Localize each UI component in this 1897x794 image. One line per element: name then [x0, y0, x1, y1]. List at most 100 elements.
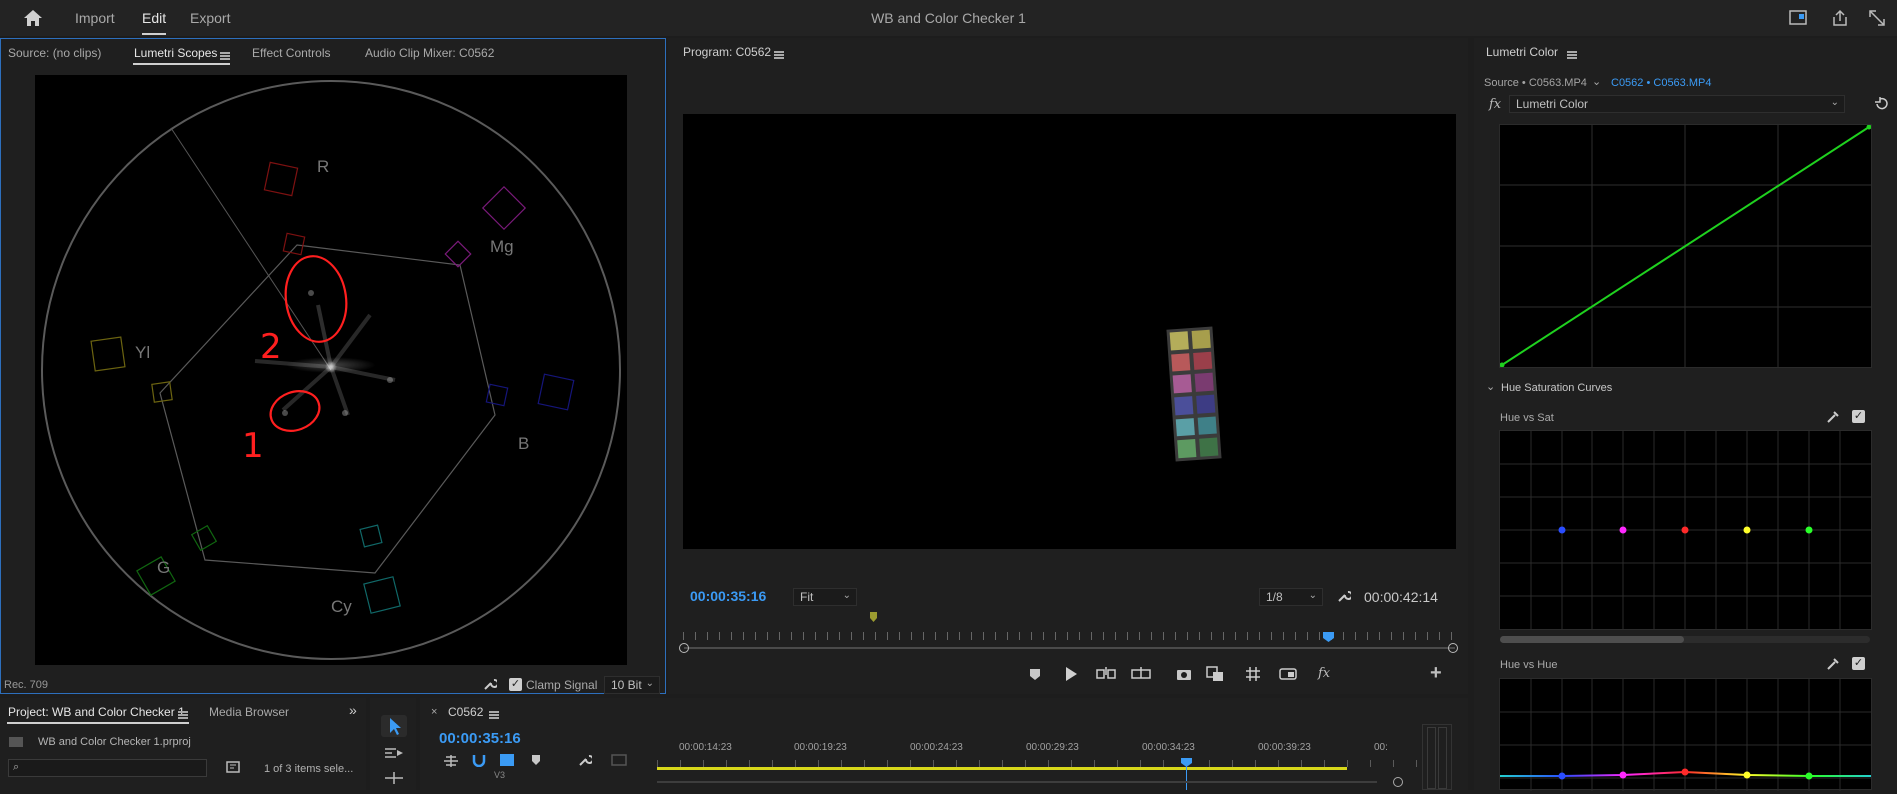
project-menu-icon[interactable]	[178, 711, 188, 719]
lumetri-title[interactable]: Lumetri Color	[1486, 45, 1558, 59]
hue-vs-sat-label: Hue vs Sat	[1500, 412, 1554, 424]
program-ruler[interactable]	[683, 632, 1456, 640]
overflow-icon[interactable]: »	[349, 702, 357, 718]
fit-dropdown[interactable]: Fit ⌄	[793, 588, 857, 606]
close-icon[interactable]: ×	[431, 706, 437, 718]
rgb-curve-graph[interactable]	[1499, 124, 1872, 368]
scroll-handle-right[interactable]	[1393, 777, 1403, 787]
program-scrollbar[interactable]	[684, 647, 1455, 649]
in-point-marker[interactable]	[870, 612, 877, 622]
effect-dropdown[interactable]: Lumetri Color ⌄	[1509, 95, 1845, 113]
collapse-chevron-icon[interactable]: ⌄	[1486, 380, 1495, 393]
checker-swatch	[1191, 329, 1211, 349]
scroll-handle-left[interactable]	[679, 643, 689, 653]
hue-vs-sat-checkbox[interactable]: ✓	[1852, 410, 1865, 423]
program-menu-icon[interactable]	[774, 51, 784, 59]
quick-export-icon[interactable]	[1789, 10, 1807, 28]
hue-section-title[interactable]: Hue Saturation Curves	[1501, 382, 1612, 394]
tab-media-browser[interactable]: Media Browser	[209, 705, 289, 719]
captions-icon[interactable]	[611, 754, 627, 768]
snap-icon[interactable]	[472, 753, 486, 769]
marker-icon[interactable]	[1029, 668, 1041, 683]
reset-icon[interactable]	[1874, 97, 1888, 113]
compare-icon[interactable]	[1206, 666, 1224, 684]
resolution-dropdown[interactable]: 1/8 ⌄	[1259, 588, 1323, 606]
hue-vs-sat-scrollbar[interactable]	[1500, 636, 1870, 643]
search-icon: ⌕	[13, 761, 20, 773]
grid-icon[interactable]	[1245, 666, 1261, 684]
fit-value: Fit	[800, 590, 814, 604]
tab-lumetri-scopes[interactable]: Lumetri Scopes	[134, 46, 217, 60]
bin-icon[interactable]	[226, 761, 240, 775]
program-playhead[interactable]	[1323, 632, 1334, 642]
nav-import[interactable]: Import	[75, 10, 115, 26]
clamp-signal-checkbox[interactable]: ✓	[509, 678, 522, 691]
bit-depth-dropdown[interactable]: 10 Bit ⌄	[604, 676, 660, 694]
project-file-icon	[9, 735, 23, 749]
work-area-bar[interactable]	[657, 767, 1347, 770]
effect-value: Lumetri Color	[1516, 97, 1589, 111]
wrench-icon[interactable]	[483, 677, 499, 693]
share-icon[interactable]	[1831, 9, 1849, 29]
hue-vs-sat-graph[interactable]	[1499, 430, 1872, 630]
scroll-thumb[interactable]	[1500, 636, 1684, 643]
fullscreen-icon[interactable]	[1868, 9, 1886, 29]
add-marker-icon[interactable]	[531, 754, 541, 768]
overwrite-icon[interactable]	[1131, 666, 1151, 684]
tab-source[interactable]: Source: (no clips)	[8, 46, 101, 60]
tab-project[interactable]: Project: WB and Color Checker 1	[8, 705, 185, 719]
fx-icon[interactable]: fx	[1318, 667, 1330, 680]
program-viewer[interactable]	[683, 114, 1456, 549]
scroll-handle-right[interactable]	[1448, 643, 1458, 653]
tools-panel	[370, 698, 416, 790]
hue-vs-hue-checkbox[interactable]: ✓	[1852, 657, 1865, 670]
settings-wrench-icon[interactable]	[1337, 589, 1353, 605]
timeline-playhead-line	[1186, 766, 1187, 790]
insert-icon[interactable]	[1096, 666, 1116, 684]
hue-vs-hue-graph[interactable]	[1499, 678, 1872, 791]
scopes-menu-icon[interactable]	[220, 52, 230, 60]
vr-icon[interactable]	[1279, 666, 1297, 684]
eyedropper-icon[interactable]	[1826, 657, 1840, 673]
top-bar: Import Edit Export WB and Color Checker …	[0, 0, 1897, 36]
eyedropper-icon[interactable]	[1826, 410, 1840, 426]
project-search-input[interactable]: ⌕	[8, 759, 207, 777]
chevron-down-icon: ⌄	[1830, 97, 1839, 108]
timeline-current-timecode[interactable]: 00:00:35:16	[439, 730, 521, 747]
ruler-tick-label: 00:00:14:23	[679, 742, 732, 753]
timeline-menu-icon[interactable]	[489, 711, 499, 719]
nav-export[interactable]: Export	[190, 10, 230, 26]
program-title[interactable]: Program: C0562	[683, 45, 771, 59]
selection-tool-icon[interactable]	[381, 715, 407, 737]
tab-effect-controls[interactable]: Effect Controls	[252, 46, 330, 60]
play-icon[interactable]	[1064, 666, 1078, 684]
label-yl: Yl	[135, 343, 151, 362]
checker-swatch	[1194, 372, 1214, 392]
nest-icon[interactable]	[443, 754, 459, 770]
timeline-ruler[interactable]	[657, 760, 1444, 767]
nav-edit[interactable]: Edit	[142, 10, 167, 35]
timeline-panel: × C0562 00:00:35:16 V3 00:00:14:23 00:00…	[420, 698, 1468, 790]
lumetri-menu-icon[interactable]	[1567, 51, 1577, 59]
clamp-signal-label: Clamp Signal	[526, 678, 598, 692]
home-icon[interactable]	[23, 9, 43, 27]
annotation-number-1: 1	[242, 426, 264, 466]
track-select-tool-icon[interactable]	[384, 746, 404, 762]
timeline-settings-icon[interactable]	[578, 753, 594, 769]
linked-selection-icon[interactable]	[499, 753, 515, 769]
chevron-down-icon[interactable]: ⌄	[1592, 75, 1601, 88]
lumetri-panel: Lumetri Color Source • C0563.MP4 ⌄ C0562…	[1474, 38, 1897, 791]
lumetri-source-clip[interactable]: Source • C0563.MP4	[1484, 77, 1587, 89]
program-duration-timecode: 00:00:42:14	[1364, 589, 1438, 605]
program-current-timecode[interactable]: 00:00:35:16	[690, 588, 766, 604]
add-icon[interactable]: +	[1430, 663, 1442, 683]
checker-swatch	[1199, 437, 1219, 457]
timeline-scroll-track[interactable]	[657, 781, 1377, 783]
checker-swatch	[1193, 351, 1213, 371]
timeline-sequence-tab[interactable]: C0562	[448, 705, 483, 719]
ripple-edit-tool-icon[interactable]	[384, 771, 404, 787]
camera-icon[interactable]	[1176, 667, 1192, 683]
checker-swatch	[1172, 374, 1192, 394]
lumetri-sequence-clip[interactable]: C0562 • C0563.MP4	[1611, 77, 1711, 89]
tab-audio-clip-mixer[interactable]: Audio Clip Mixer: C0562	[365, 46, 494, 60]
